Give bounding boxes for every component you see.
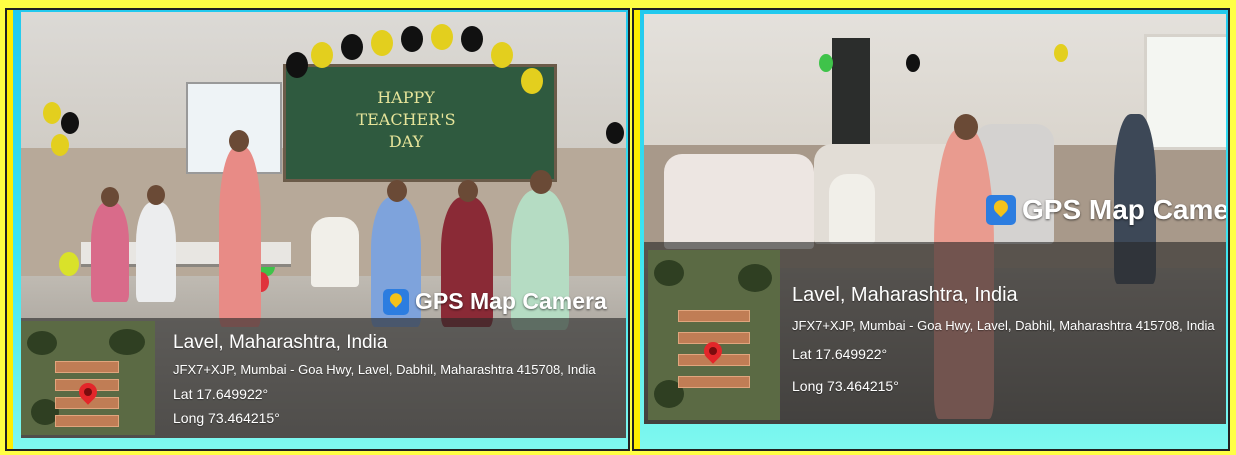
map-tree: [27, 331, 57, 355]
door: [832, 38, 870, 148]
gps-map-camera-watermark: GPS Map Camera: [383, 288, 607, 315]
balloon: [906, 54, 920, 72]
chair: [829, 174, 875, 244]
person-head: [530, 170, 552, 194]
person-head: [458, 180, 478, 202]
balloon: [286, 52, 308, 78]
map-tree: [109, 329, 145, 355]
photo-panel-left: HAPPY TEACHER'S DAY GPS Map Camera Lavel…: [5, 8, 630, 451]
location-info-box: Lavel, Maharashtra, India JFX7+XJP, Mumb…: [644, 242, 1226, 424]
person-head: [954, 114, 978, 140]
location-info-box: Lavel, Maharashtra, India JFX7+XJP, Mumb…: [21, 318, 626, 438]
balloon: [819, 54, 833, 72]
location-latitude: Lat 17.649922°: [792, 346, 888, 362]
balloon: [431, 24, 453, 50]
balloon: [461, 26, 483, 52]
balloon: [311, 42, 333, 68]
balloon: [521, 68, 543, 94]
location-latitude: Lat 17.649922°: [173, 386, 269, 402]
balloon: [43, 102, 61, 124]
gps-map-camera-icon: [986, 195, 1016, 225]
gps-brand-label: GPS Map Camera: [415, 288, 607, 314]
person: [136, 202, 176, 302]
map-building: [678, 310, 750, 322]
map-tree: [654, 260, 684, 286]
location-address: JFX7+XJP, Mumbai - Goa Hwy, Lavel, Dabhi…: [792, 318, 1215, 333]
chalkboard: HAPPY TEACHER'S DAY: [283, 64, 557, 182]
balloon: [606, 122, 624, 144]
balloon: [51, 134, 69, 156]
teachers-day-photo: HAPPY TEACHER'S DAY GPS Map Camera Lavel…: [21, 12, 626, 438]
person: [91, 202, 129, 302]
location-address: JFX7+XJP, Mumbai - Goa Hwy, Lavel, Dabhi…: [173, 362, 596, 377]
window: [1144, 34, 1226, 150]
balloon: [401, 26, 423, 52]
panel-edge-strip: [634, 10, 640, 449]
balloon: [491, 42, 513, 68]
balloon: [371, 30, 393, 56]
balloon: [1054, 44, 1068, 62]
map-building: [55, 361, 119, 373]
map-building: [55, 415, 119, 427]
balloon: [59, 252, 79, 276]
collage-frame: HAPPY TEACHER'S DAY GPS Map Camera Lavel…: [0, 0, 1236, 455]
panel-edge-strip: [7, 10, 13, 449]
balloon: [61, 112, 79, 134]
person-head: [387, 180, 407, 202]
person-head: [229, 130, 249, 152]
chalkboard-text: HAPPY TEACHER'S DAY: [356, 88, 456, 151]
location-place: Lavel, Maharashtra, India: [173, 332, 388, 353]
satellite-map-thumbnail: [648, 250, 780, 420]
gps-map-camera-watermark: GPS Map Camera: [986, 194, 1226, 226]
map-building: [678, 376, 750, 388]
location-longitude: Long 73.464215°: [792, 378, 899, 394]
gps-brand-label: GPS Map Camera: [1022, 194, 1226, 225]
gps-map-camera-icon: [383, 288, 409, 315]
person-head: [101, 187, 119, 207]
chair: [311, 217, 359, 287]
person-head: [147, 185, 165, 205]
photo-panel-right: GPS Map Camera Lavel, Maharashtra, India…: [632, 8, 1230, 451]
person: [219, 147, 261, 327]
satellite-map-thumbnail: [21, 321, 155, 435]
classroom-photo: GPS Map Camera Lavel, Maharashtra, India…: [644, 14, 1226, 424]
location-longitude: Long 73.464215°: [173, 410, 280, 426]
balloon: [341, 34, 363, 60]
map-tree: [738, 264, 772, 292]
students-group: [664, 154, 814, 249]
location-place: Lavel, Maharashtra, India: [792, 284, 1018, 306]
